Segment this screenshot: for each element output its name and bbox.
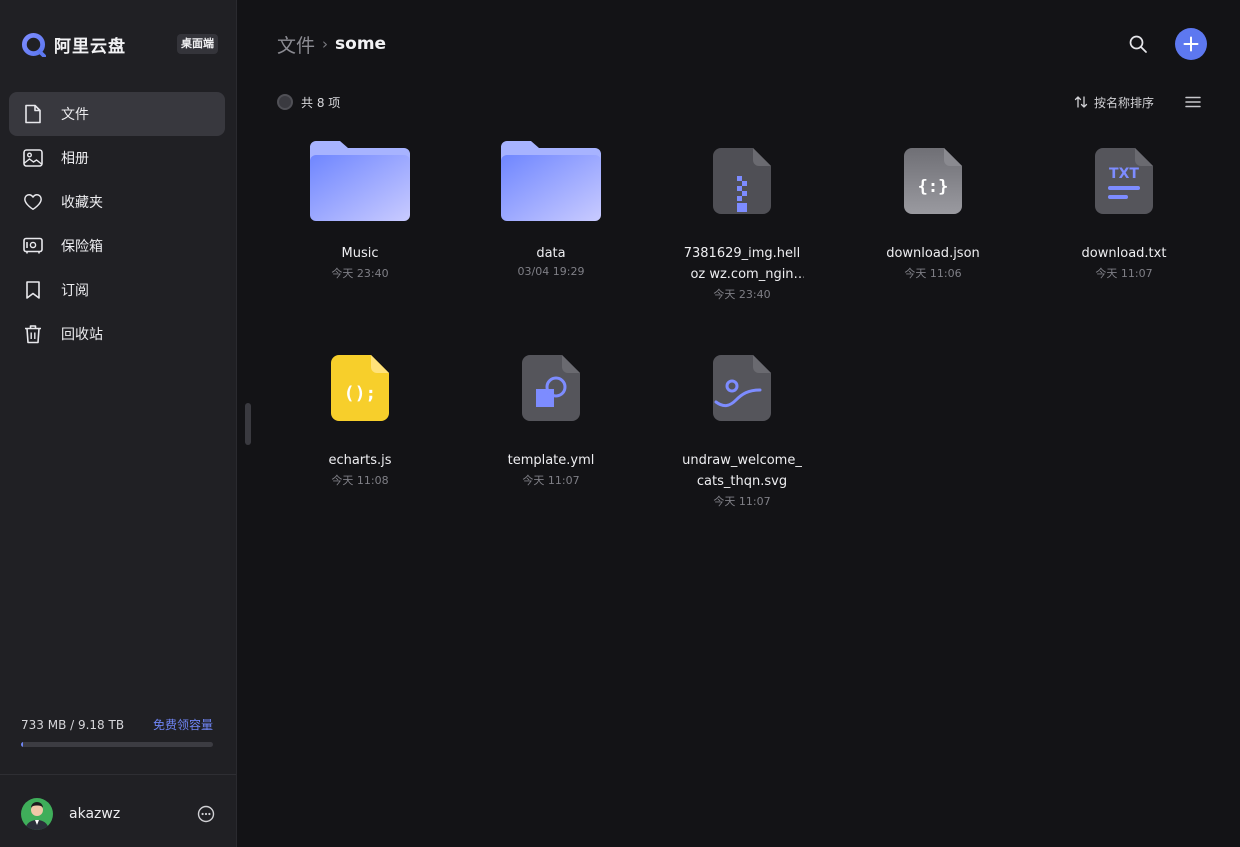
file-name: template.yml [507,453,595,468]
username: akazwz [69,806,121,822]
app-name: 阿里云盘 [54,36,126,57]
storage-panel: 733 MB / 9.18 TB 免费领容量 [21,716,213,747]
sidebar-item-label: 收藏夹 [61,195,103,211]
sort-button[interactable]: 按名称排序 [1074,93,1154,111]
breadcrumb: 文件 › some [277,31,386,57]
txt-file-icon: TXT [1029,128,1219,234]
js-file-icon: (); [265,335,455,441]
search-button[interactable] [1126,32,1150,56]
heart-icon [23,192,43,212]
js-icon-label: (); [344,383,377,404]
json-icon-label: {:} [918,177,949,197]
file-time: 今天 11:07 [1095,267,1153,280]
file-name: undraw_welcome_cats_thqn.svg [682,453,802,489]
plus-icon [1183,36,1199,52]
file-item[interactable]: Music 今天 23:40 [265,128,455,281]
file-time: 03/04 19:29 [517,265,585,278]
json-file-icon: {:} [838,128,1028,234]
file-time: 今天 11:07 [522,474,580,487]
sidebar-nav: 文件 相册 收藏夹 保险箱 订阅 回收站 [9,92,225,356]
file-name: download.json [886,246,980,261]
file-name: 7381629_img.helloz wz.com_nginx.… [683,246,801,282]
file-time: 今天 11:06 [904,267,962,280]
file-item[interactable]: undraw_welcome_cats_thqn.svg 今天 11:07 [647,335,837,509]
add-button[interactable] [1175,28,1207,60]
folder-icon [265,128,455,234]
photo-album-icon [23,148,43,168]
item-count: 共 8 项 [301,95,341,110]
file-item[interactable]: data 03/04 19:29 [456,128,646,278]
file-item[interactable]: template.yml 今天 11:07 [456,335,646,488]
breadcrumb-separator: › [322,35,329,53]
file-time: 今天 23:40 [713,288,771,301]
zip-file-icon [647,128,837,234]
file-icon [23,104,43,124]
sidebar-item-label: 相册 [61,151,89,167]
breadcrumb-current: some [335,34,387,54]
file-time: 今天 23:40 [331,267,389,280]
yml-file-icon [456,335,646,441]
sidebar-item-label: 回收站 [61,327,103,343]
user-profile[interactable]: akazwz [21,798,216,830]
sort-arrows-icon [1074,96,1088,108]
file-item[interactable]: 7381629_img.helloz wz.com_nginx.… 今天 23:… [647,128,837,302]
bookmark-icon [23,280,43,300]
txt-icon-label: TXT [1109,166,1139,182]
user-avatar[interactable] [21,798,53,830]
free-capacity-link[interactable]: 免费领容量 [153,716,213,733]
sidebar-item-label: 文件 [61,107,89,123]
sidebar: 阿里云盘 桌面端 文件 相册 收藏夹 保险箱 订阅 回收站 733 MB / 9… [0,0,237,847]
folder-icon [456,128,646,234]
storage-progress-fill [21,742,23,747]
search-icon [1129,35,1147,53]
app-brand[interactable]: 阿里云盘 [21,31,126,57]
sidebar-item-favorites[interactable]: 收藏夹 [9,180,225,224]
sidebar-divider [0,774,236,775]
storage-usage-text: 733 MB / 9.18 TB [21,717,125,732]
file-time: 今天 11:07 [713,495,771,508]
sort-label: 按名称排序 [1094,95,1155,110]
sidebar-resize-handle[interactable] [245,403,251,445]
file-name: Music [341,246,379,261]
breadcrumb-root[interactable]: 文件 [277,31,315,58]
sidebar-item-trash[interactable]: 回收站 [9,312,225,356]
aliyun-drive-logo-icon [21,32,46,57]
sidebar-item-subscriptions[interactable]: 订阅 [9,268,225,312]
file-name: download.txt [1081,246,1167,261]
svg-file-icon [647,335,837,441]
select-all-radio[interactable] [277,94,293,110]
sidebar-item-files[interactable]: 文件 [9,92,225,136]
sidebar-item-safe[interactable]: 保险箱 [9,224,225,268]
desktop-badge: 桌面端 [177,34,218,54]
sidebar-item-label: 订阅 [61,283,89,299]
file-item[interactable]: TXT download.txt 今天 11:07 [1029,128,1219,281]
file-item[interactable]: {:} download.json 今天 11:06 [838,128,1028,281]
sidebar-item-album[interactable]: 相册 [9,136,225,180]
storage-progress-bar [21,742,213,747]
file-time: 今天 11:08 [331,474,389,487]
file-name: echarts.js [328,453,392,468]
file-item[interactable]: (); echarts.js 今天 11:08 [265,335,455,488]
file-name: data [536,246,566,261]
list-view-icon [1185,96,1201,108]
view-mode-button[interactable] [1184,94,1202,110]
trash-icon [23,324,43,344]
more-options-icon[interactable] [196,804,216,824]
sidebar-item-label: 保险箱 [61,239,103,255]
safe-icon [23,236,43,256]
select-all-toggle[interactable]: 共 8 项 [277,93,340,111]
